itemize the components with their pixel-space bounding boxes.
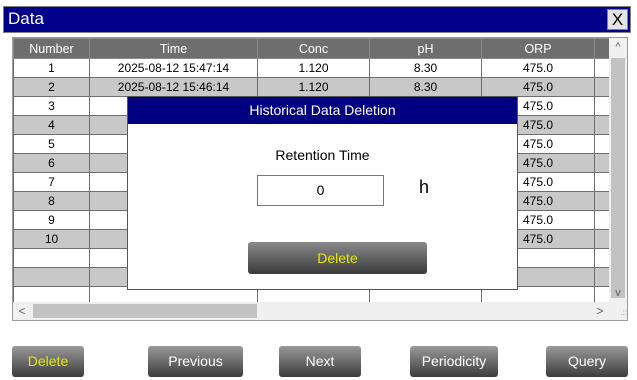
horizontal-scrollbar[interactable]: < > — [13, 302, 609, 320]
table-row[interactable]: 1 2025-08-12 15:47:14 1.120 8.30 475.0 — [13, 58, 610, 78]
table-cell: 10 — [13, 229, 90, 249]
scroll-down-icon[interactable]: v — [609, 284, 627, 302]
table-cell: 9 — [13, 210, 90, 230]
dialog-delete-button[interactable]: Delete — [248, 242, 427, 274]
table-cell: 3 — [13, 96, 90, 116]
table-cell: 475.0 — [481, 58, 595, 78]
table-cell: 2 — [13, 77, 90, 97]
table-cell: 1 — [13, 58, 90, 78]
column-header-time[interactable]: Time — [89, 38, 258, 59]
dialog-title: Historical Data Deletion — [128, 97, 517, 124]
table-cell: 1.120 — [257, 58, 370, 78]
scroll-up-icon[interactable]: ^ — [609, 38, 627, 56]
column-header-ph[interactable]: pH — [369, 38, 482, 59]
column-header-number[interactable]: Number — [13, 38, 90, 59]
table-cell: 1.120 — [257, 77, 370, 97]
delete-button[interactable]: Delete — [12, 346, 84, 377]
retention-time-input[interactable]: 0 — [257, 175, 384, 206]
table-cell: 7 — [13, 172, 90, 192]
table-cell — [594, 229, 610, 249]
scroll-left-icon[interactable]: < — [13, 302, 31, 320]
table-cell — [13, 248, 90, 268]
table-cell — [594, 153, 610, 173]
table-cell: 8.30 — [369, 58, 482, 78]
retention-unit-label: h — [419, 177, 430, 197]
table-cell — [594, 191, 610, 211]
table-cell: 8 — [13, 191, 90, 211]
column-header-conc[interactable]: Conc — [257, 38, 370, 59]
table-cell: 475.0 — [481, 77, 595, 97]
table-cell — [594, 248, 610, 268]
table-cell: 2025-08-12 15:46:14 — [89, 77, 258, 97]
table-row[interactable]: 2 2025-08-12 15:46:14 1.120 8.30 475.0 — [13, 77, 610, 97]
table-cell — [594, 115, 610, 135]
table-cell — [594, 58, 610, 78]
header-row: Number Time Conc pH ORP — [13, 38, 610, 59]
table-cell — [13, 267, 90, 287]
close-button[interactable]: X — [607, 9, 628, 30]
table-cell — [594, 210, 610, 230]
window-titlebar: Data X — [3, 6, 631, 33]
resize-grip-icon: .:: — [609, 302, 627, 320]
vertical-scrollbar[interactable]: ^ v — [609, 38, 627, 320]
previous-button[interactable]: Previous — [148, 346, 243, 377]
column-header-extra — [594, 38, 610, 59]
scroll-right-icon[interactable]: > — [591, 302, 609, 320]
table-cell — [594, 267, 610, 287]
table-cell — [594, 134, 610, 154]
periodicity-button[interactable]: Periodicity — [410, 346, 498, 377]
deletion-dialog: Historical Data Deletion Retention Time … — [127, 96, 518, 290]
query-button[interactable]: Query — [546, 346, 628, 377]
column-header-orp[interactable]: ORP — [481, 38, 595, 59]
next-button[interactable]: Next — [279, 346, 361, 377]
table-cell: 6 — [13, 153, 90, 173]
top-border — [0, 0, 637, 3]
table-cell: 8.30 — [369, 77, 482, 97]
table-cell: 4 — [13, 115, 90, 135]
table-cell: 5 — [13, 134, 90, 154]
horizontal-scroll-thumb[interactable] — [33, 304, 257, 318]
table-cell — [594, 77, 610, 97]
table-cell — [594, 172, 610, 192]
retention-time-label: Retention Time — [275, 147, 370, 163]
vertical-scroll-thumb[interactable] — [611, 58, 625, 298]
window-title: Data — [8, 9, 44, 28]
table-cell — [594, 96, 610, 116]
table-cell: 2025-08-12 15:47:14 — [89, 58, 258, 78]
